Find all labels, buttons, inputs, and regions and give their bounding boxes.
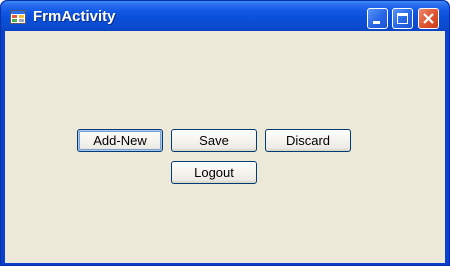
discard-button[interactable]: Discard [265,129,351,152]
maximize-button[interactable] [392,8,413,29]
window-title: FrmActivity [33,8,116,25]
save-button[interactable]: Save [171,129,257,152]
minimize-button[interactable] [367,8,388,29]
close-icon [423,13,434,24]
add-new-button[interactable]: Add-New [77,129,163,152]
logout-button[interactable]: Logout [171,161,257,184]
maximize-icon [397,13,408,24]
frm-activity-window: FrmActivity Add-New Save Discard Logout [0,0,450,266]
form-client-area: Add-New Save Discard Logout [5,31,445,263]
close-button[interactable] [418,8,439,29]
form-icon [10,10,26,24]
title-bar[interactable]: FrmActivity [1,1,449,31]
minimize-icon [373,21,380,24]
